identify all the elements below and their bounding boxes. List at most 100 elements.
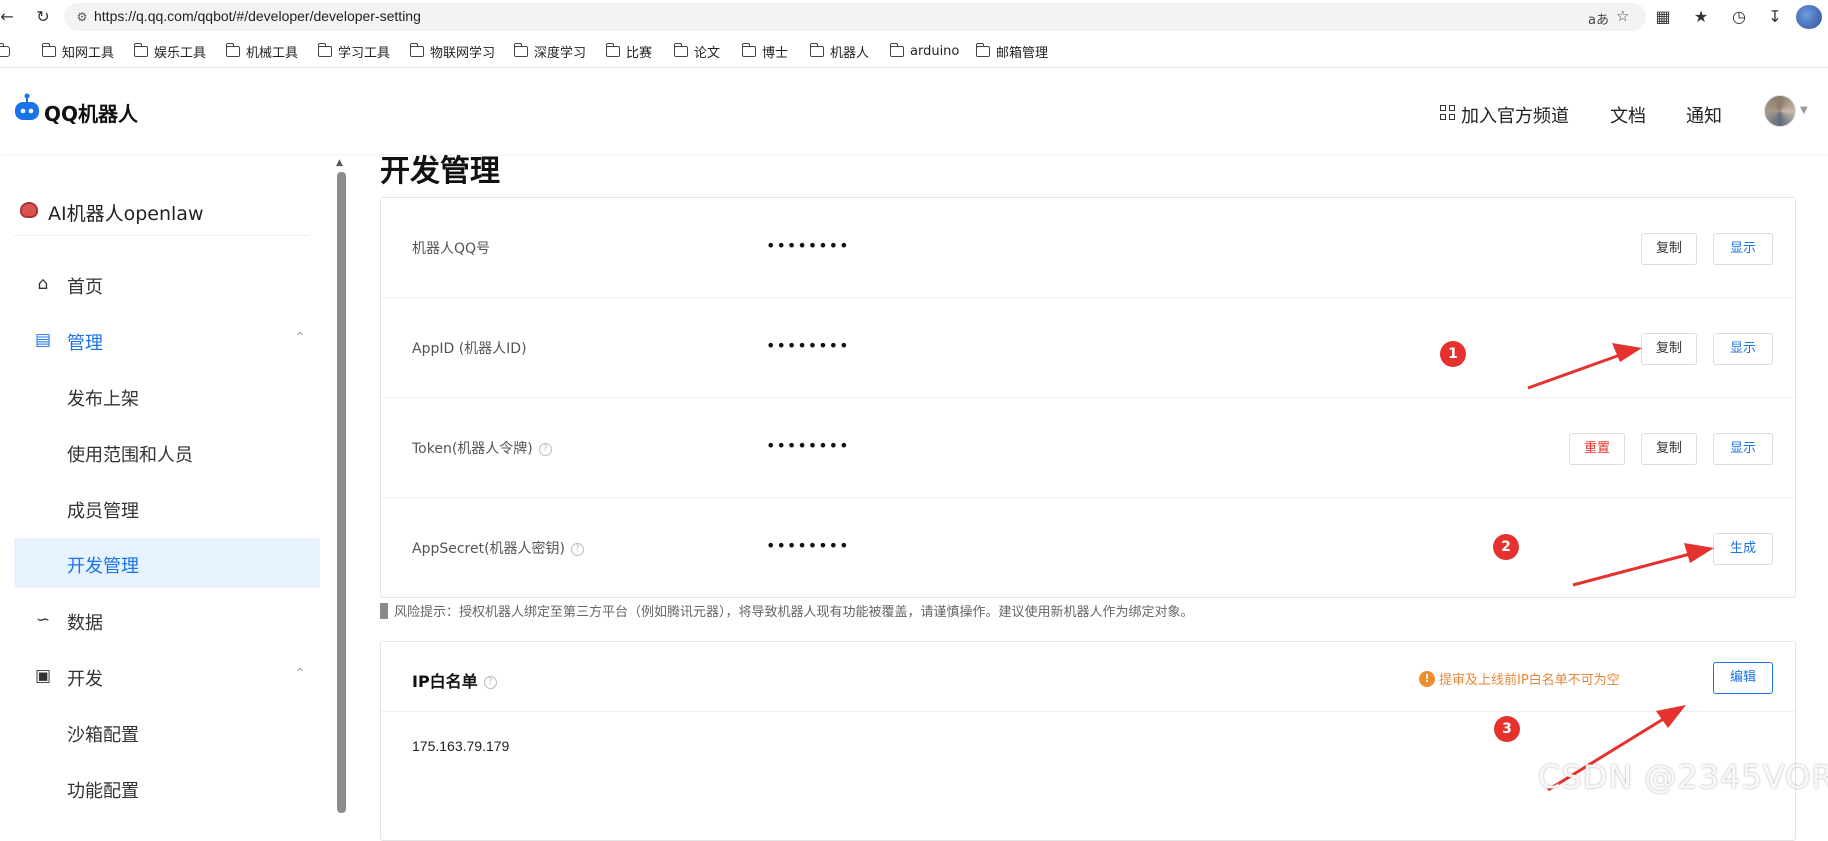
folder-icon (409, 42, 424, 57)
copy-button[interactable]: 复制 (1641, 333, 1697, 365)
back-icon[interactable]: ← (0, 6, 18, 28)
generate-button[interactable]: 生成 (1713, 533, 1773, 565)
grid-icon (1440, 105, 1456, 121)
history-icon[interactable]: ◷ (1728, 6, 1750, 28)
sidebar-item-dev-manage[interactable]: 开发管理 (14, 538, 320, 588)
copy-button[interactable]: 复制 (1641, 233, 1697, 265)
help-icon[interactable]: ? (538, 442, 552, 456)
home-icon: ⌂ (37, 274, 49, 294)
chevron-down-icon[interactable]: ▼ (1800, 105, 1808, 116)
credential-row: 机器人QQ号 •••••••• 复制 显示 (381, 198, 1795, 298)
sidebar-item-develop[interactable]: ▣ 开发 ⌃ (14, 652, 320, 702)
edit-button[interactable]: 编辑 (1713, 662, 1773, 694)
download-icon[interactable]: ↧ (1764, 6, 1786, 28)
bookmark-item[interactable]: 学习工具 (317, 42, 390, 61)
credential-label: Token(机器人令牌)? (412, 438, 552, 458)
folder-icon (513, 42, 528, 57)
reset-button[interactable]: 重置 (1569, 433, 1625, 465)
credentials-card: 机器人QQ号 •••••••• 复制 显示 AppID (机器人ID) ••••… (380, 197, 1796, 598)
address-bar[interactable]: ⚙ https://q.qq.com/qqbot/#/developer/dev… (64, 3, 1646, 31)
sidebar-item-publish[interactable]: 发布上架 (14, 372, 320, 422)
scroll-thumb[interactable] (337, 172, 346, 813)
copy-button[interactable]: 复制 (1641, 433, 1697, 465)
bookmark-item[interactable]: 物联网学习 (409, 42, 495, 61)
bookmark-item[interactable]: arduino (889, 42, 959, 60)
sidebar-item-home[interactable]: ⌂ 首页 (14, 260, 320, 310)
sidebar-item-members[interactable]: 成员管理 (14, 484, 320, 534)
sidebar-item-data[interactable]: ∽ 数据 (14, 596, 320, 646)
credential-label: AppID (机器人ID) (412, 341, 527, 357)
favorites-icon[interactable]: ★ (1690, 6, 1712, 28)
folder-icon (225, 42, 240, 57)
annotation-marker-3: 3 (1494, 716, 1520, 742)
folder-icon (317, 42, 332, 57)
favorite-star-icon[interactable]: ☆ (1616, 7, 1629, 25)
bookmark-item[interactable]: 机器人 (809, 42, 869, 61)
credential-value: •••••••• (766, 536, 850, 555)
bookmark-item[interactable]: 比赛 (605, 42, 652, 61)
credential-value: •••••••• (766, 336, 850, 355)
sidebar-item-manage[interactable]: ▤ 管理 ⌃ (14, 316, 320, 366)
browser-profile-icon[interactable] (1796, 5, 1822, 29)
sidebar-scrollbar[interactable]: ▲ (336, 154, 346, 813)
show-button[interactable]: 显示 (1713, 233, 1773, 265)
folder-icon (809, 42, 824, 57)
bookmark-item[interactable]: 深度学习 (513, 42, 586, 61)
app-logo-text[interactable]: QQ机器人 (44, 98, 138, 127)
bookmark-item[interactable]: 机械工具 (225, 42, 298, 61)
folder-icon (605, 42, 620, 57)
risk-tip: 风险提示：授权机器人绑定至第三方平台（例如腾讯元器），将导致机器人现有功能被覆盖… (380, 601, 1194, 620)
bot-selector[interactable]: AI机器人openlaw (14, 192, 310, 236)
annotation-marker-1: 1 (1440, 341, 1466, 367)
reload-icon[interactable]: ↻ (32, 6, 54, 28)
url-text[interactable]: https://q.qq.com/qqbot/#/developer/devel… (94, 8, 421, 24)
credential-label: AppSecret(机器人密钥)? (412, 538, 585, 558)
bookmark-item[interactable]: 娱乐工具 (133, 42, 206, 61)
sidebar-item-scope[interactable]: 使用范围和人员 (14, 428, 320, 478)
bookmark-item[interactable]: 邮箱管理 (975, 42, 1048, 61)
ip-whitelist-header: IP白名单? ! 提审及上线前IP白名单不可为空 编辑 (381, 642, 1795, 712)
bot-name: AI机器人openlaw (48, 203, 204, 225)
show-button[interactable]: 显示 (1713, 433, 1773, 465)
show-button[interactable]: 显示 (1713, 333, 1773, 365)
ip-address: 175.163.79.179 (412, 738, 510, 754)
warning-icon: ! (1419, 670, 1435, 687)
folder-icon (41, 42, 56, 57)
join-channel-link[interactable]: 加入官方频道 (1461, 102, 1569, 128)
bookmarks-apps-icon[interactable] (0, 42, 16, 60)
ip-whitelist-warning: ! 提审及上线前IP白名单不可为空 (1419, 669, 1620, 688)
bookmark-item[interactable]: 论文 (673, 42, 720, 61)
qq-bot-logo-icon[interactable] (14, 93, 40, 121)
chevron-up-icon: ⌃ (294, 330, 306, 346)
sidebar: AI机器人openlaw ⌂ 首页 ▤ 管理 ⌃ 发布上架 使用范围和人员 成员… (0, 154, 330, 813)
bot-avatar-icon (20, 202, 38, 218)
bookmark-item[interactable]: 博士 (741, 42, 788, 61)
bookmark-item[interactable]: 知网工具 (41, 42, 114, 61)
sidebar-item-sandbox[interactable]: 沙箱配置 (14, 708, 320, 758)
annotation-marker-2: 2 (1493, 534, 1519, 560)
site-info-icon[interactable]: ⚙ (74, 9, 90, 25)
credential-value: •••••••• (766, 436, 850, 455)
docs-link[interactable]: 文档 (1610, 102, 1646, 128)
app-header: QQ机器人 加入官方频道 文档 通知 ▼ (0, 69, 1828, 154)
user-avatar[interactable] (1764, 95, 1796, 127)
folder-icon (975, 42, 990, 57)
credential-value: •••••••• (766, 236, 850, 255)
watermark: CSDN @2345VOR (1538, 758, 1828, 796)
help-icon[interactable]: ? (571, 542, 585, 556)
translate-icon[interactable]: aあ (1588, 9, 1609, 28)
notice-link[interactable]: 通知 (1686, 102, 1722, 128)
extensions-icon[interactable]: ▦ (1652, 6, 1674, 28)
sidebar-item-features[interactable]: 功能配置 (14, 764, 320, 814)
tip-marker (380, 602, 388, 619)
scroll-up-icon[interactable]: ▲ (336, 158, 343, 168)
folder-icon (673, 42, 688, 57)
credential-row: AppSecret(机器人密钥)? •••••••• 生成 (381, 498, 1795, 598)
ip-whitelist-title: IP白名单? (412, 668, 497, 692)
manage-icon: ▤ (34, 330, 52, 350)
credential-row: Token(机器人令牌)? •••••••• 重置 复制 显示 (381, 398, 1795, 498)
ip-whitelist-card: IP白名单? ! 提审及上线前IP白名单不可为空 编辑 175.163.79.17… (380, 641, 1796, 841)
folder-icon (741, 42, 756, 57)
help-icon[interactable]: ? (483, 676, 497, 689)
credential-row: AppID (机器人ID) •••••••• 复制 显示 (381, 298, 1795, 398)
